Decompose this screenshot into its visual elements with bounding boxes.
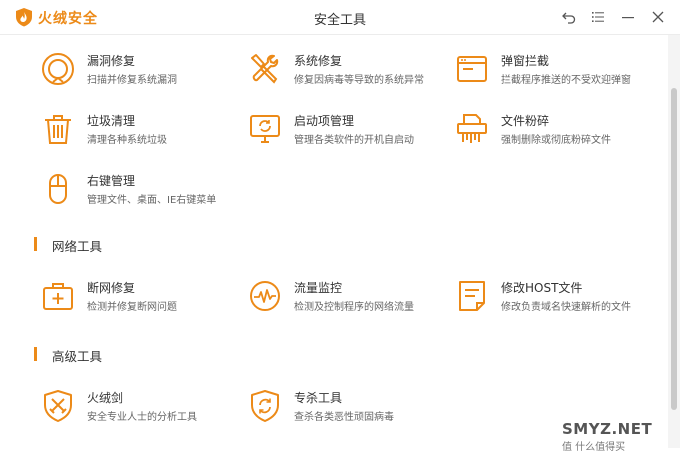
tool-name: 垃圾清理 (87, 114, 136, 128)
tool-system-fix[interactable]: 系统修复 修复因病毒等导致的系统异常 (248, 50, 448, 94)
trash-icon (45, 115, 71, 144)
section-marker (34, 237, 37, 251)
tool-description: 清理各种系统垃圾 (87, 135, 167, 146)
minimize-icon[interactable] (619, 8, 637, 26)
watermark-sub: 值 什么值得买 (562, 442, 626, 453)
tool-description: 检测及控制程序的网络流量 (294, 302, 414, 313)
tool-name: 专杀工具 (294, 391, 343, 405)
tool-popup-block[interactable]: 弹窗拦截 拦截程序推送的不受欢迎弹窗 (455, 50, 655, 94)
tool-description: 扫描并修复系统漏洞 (87, 75, 177, 86)
tool-name: 修改HOST文件 (501, 281, 583, 295)
watermark-site: SMYZ.NET (562, 420, 653, 438)
popup-window-icon (457, 56, 487, 82)
tools-content: 漏洞修复 扫描并修复系统漏洞 系统修复 修复因病毒等导致的系统异常 弹窗拦截 拦… (0, 35, 668, 448)
section-title: 高级工具 (52, 349, 103, 364)
tool-huorong-sword[interactable]: 火绒剑 安全专业人士的分析工具 (41, 387, 241, 431)
shredder-icon (457, 114, 487, 143)
close-icon[interactable] (649, 8, 667, 26)
tool-name: 火绒剑 (87, 391, 124, 405)
huorong-logo-icon (16, 8, 32, 27)
tool-vulnerability-fix[interactable]: 漏洞修复 扫描并修复系统漏洞 (41, 50, 241, 94)
scrollbar-thumb[interactable] (671, 88, 677, 410)
medical-kit-icon (43, 283, 73, 310)
document-edit-icon (459, 281, 485, 311)
tool-name: 流量监控 (294, 281, 343, 295)
tool-file-shred[interactable]: 文件粉碎 强制删除或彻底粉碎文件 (455, 110, 655, 154)
tool-edit-hosts[interactable]: 修改HOST文件 修改负责域名快速解析的文件 (455, 277, 655, 321)
wrench-screwdriver-icon (251, 54, 279, 84)
tool-name: 启动项管理 (294, 114, 355, 128)
tool-network-fix[interactable]: 断网修复 检测并修复断网问题 (41, 277, 241, 321)
tool-name: 右键管理 (87, 174, 136, 188)
vulnerability-icon (42, 53, 74, 85)
section-title: 网络工具 (52, 239, 103, 254)
menu-icon[interactable] (589, 8, 607, 26)
monitor-refresh-icon (250, 115, 280, 143)
window-title: 安全工具 (313, 13, 366, 28)
tool-description: 管理文件、桌面、IE右键菜单 (87, 195, 217, 206)
watermark: SMYZ.NET 值 什么值得买 (562, 420, 652, 453)
section-marker (34, 347, 37, 361)
sword-shield-icon (44, 390, 72, 422)
tool-description: 修复因病毒等导致的系统异常 (294, 75, 424, 86)
tool-name: 文件粉碎 (501, 114, 550, 128)
tool-description: 查杀各类恶性顽固病毒 (294, 412, 394, 423)
tool-special-killer[interactable]: 专杀工具 查杀各类恶性顽固病毒 (248, 387, 448, 431)
tool-name: 弹窗拦截 (501, 54, 550, 68)
tool-description: 拦截程序推送的不受欢迎弹窗 (501, 75, 631, 86)
title-bar: 火绒安全 安全工具 (0, 0, 680, 35)
tool-description: 管理各类软件的开机自启动 (294, 135, 414, 146)
tool-name: 系统修复 (294, 54, 343, 68)
tool-context-menu[interactable]: 右键管理 管理文件、桌面、IE右键菜单 (41, 170, 241, 214)
tool-junk-clean[interactable]: 垃圾清理 清理各种系统垃圾 (41, 110, 241, 154)
tool-startup-manager[interactable]: 启动项管理 管理各类软件的开机自启动 (248, 110, 448, 154)
shield-refresh-icon (251, 390, 279, 422)
app-brand: 火绒安全 (38, 11, 98, 27)
mouse-icon (49, 174, 67, 204)
tool-description: 强制删除或彻底粉碎文件 (501, 135, 611, 146)
tool-description: 安全专业人士的分析工具 (87, 412, 197, 423)
tool-description: 检测并修复断网问题 (87, 302, 177, 313)
tool-traffic-monitor[interactable]: 流量监控 检测及控制程序的网络流量 (248, 277, 448, 321)
back-icon[interactable] (560, 8, 578, 26)
tool-name: 漏洞修复 (87, 54, 136, 68)
gauge-icon (250, 281, 280, 311)
tool-name: 断网修复 (87, 281, 136, 295)
tool-description: 修改负责域名快速解析的文件 (501, 302, 631, 313)
